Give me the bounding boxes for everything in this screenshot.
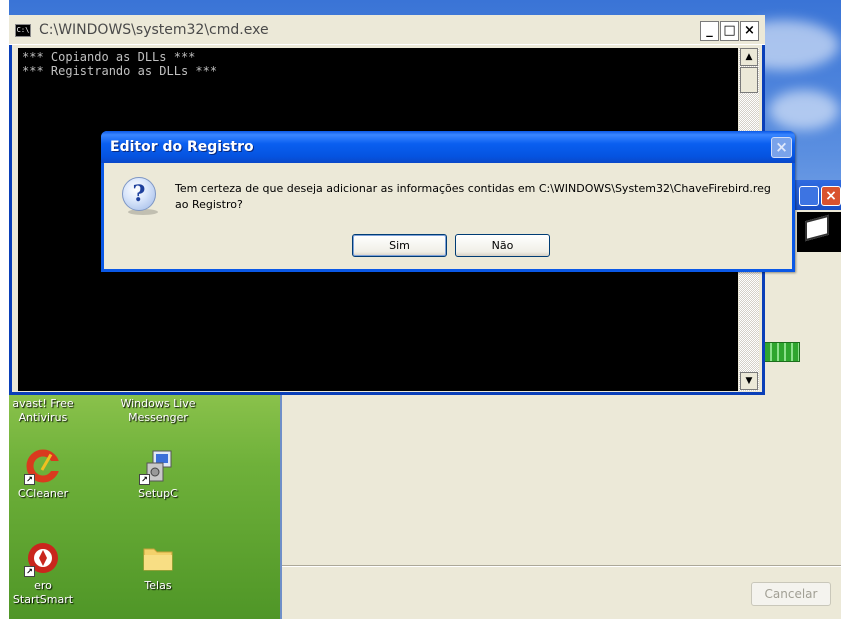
maximize-button[interactable]: □ — [720, 21, 739, 41]
desktop-icon-messenger[interactable]: Windows Live Messenger — [118, 397, 198, 425]
dialog-message: Tem certeza de que deseja adicionar as i… — [175, 182, 771, 211]
registry-dialog: Editor do Registro × ? Tem certeza de qu… — [101, 131, 795, 272]
maximize-button[interactable] — [799, 186, 819, 206]
startsmart-icon: ↗ — [24, 541, 60, 577]
desktop-icon-label: ero StartSmart — [12, 579, 74, 606]
desktop-icon-label: SetupC — [138, 487, 178, 500]
no-button[interactable]: Não — [455, 234, 550, 257]
cmd-titlebar[interactable]: C:\ C:\WINDOWS\system32\cmd.exe _ □ × — [9, 15, 765, 45]
computer-icon — [797, 212, 841, 252]
folder-icon — [141, 541, 175, 575]
console-line: *** Registrando as DLLs *** — [22, 64, 218, 78]
desktop-icon-label: CCleaner — [17, 487, 69, 500]
setup-icon: ↗ — [139, 449, 175, 485]
scroll-down-button[interactable]: ▼ — [740, 372, 758, 390]
desktop-icon-ccleaner[interactable]: ↗ CCleaner — [3, 449, 83, 501]
dialog-titlebar[interactable]: Editor do Registro × — [101, 131, 795, 163]
desktop-icon-setup[interactable]: ↗ SetupC — [118, 449, 198, 501]
question-icon: ? — [122, 177, 156, 211]
close-button[interactable]: × — [740, 21, 759, 41]
desktop-icon-label: Telas — [144, 579, 172, 592]
desktop-icon-telas[interactable]: Telas — [118, 541, 198, 593]
close-button[interactable]: × — [821, 186, 841, 206]
console-line: *** Copiando as DLLs *** — [22, 50, 196, 64]
separator — [282, 565, 841, 567]
ccleaner-icon: ↗ — [24, 449, 60, 485]
cmd-title: C:\WINDOWS\system32\cmd.exe — [39, 22, 269, 38]
desktop-icon-startsmart[interactable]: ↗ ero StartSmart — [3, 541, 83, 607]
cancel-button[interactable]: Cancelar — [751, 582, 831, 606]
dialog-title: Editor do Registro — [110, 139, 254, 155]
battery-icon — [764, 342, 800, 362]
minimize-button[interactable]: _ — [700, 21, 719, 41]
yes-button[interactable]: Sim — [352, 234, 447, 257]
desktop-icon-avast[interactable]: avast! Free Antivirus — [3, 397, 83, 425]
scroll-thumb[interactable] — [740, 67, 758, 93]
desktop-icon-label: avast! Free Antivirus — [12, 397, 74, 424]
dialog-close-button[interactable]: × — [771, 137, 792, 158]
cloud — [769, 90, 839, 130]
console-icon: C:\ — [15, 24, 31, 37]
desktop-icon-label: Windows Live Messenger — [120, 397, 196, 424]
scroll-up-button[interactable]: ▲ — [740, 48, 758, 66]
